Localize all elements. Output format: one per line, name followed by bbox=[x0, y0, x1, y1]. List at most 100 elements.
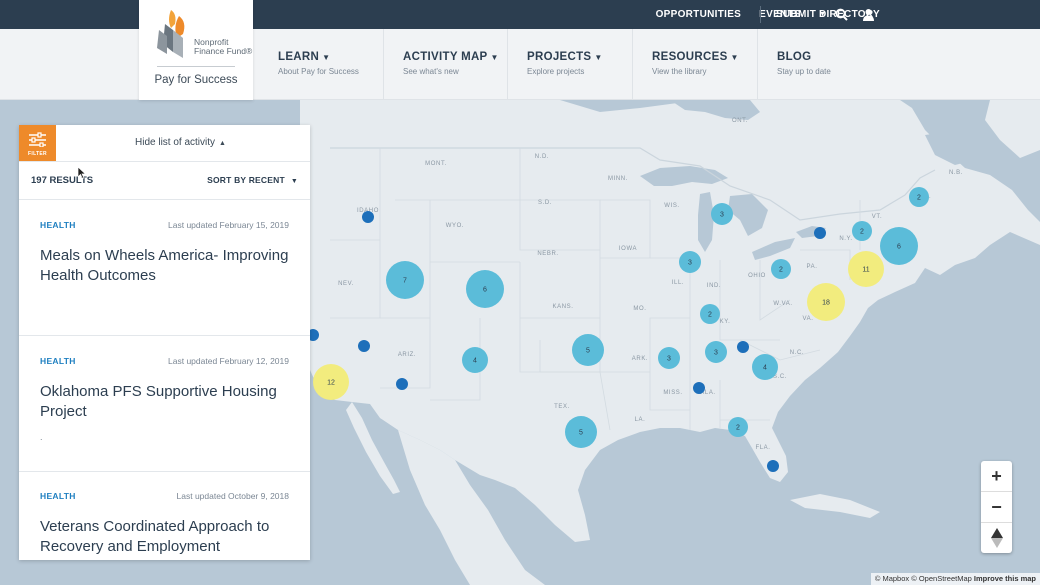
logo-org-line2: Finance Fund® bbox=[194, 46, 253, 56]
cluster-count: 3 bbox=[720, 212, 724, 219]
project-point[interactable] bbox=[737, 341, 749, 353]
sort-dropdown[interactable]: SORT BY RECENT ▼ bbox=[207, 175, 298, 185]
project-cluster[interactable]: 2 bbox=[700, 304, 720, 324]
chevron-down-icon: ▼ bbox=[594, 53, 603, 62]
chevron-down-icon: ▼ bbox=[322, 53, 331, 62]
nav-projects[interactable]: PROJECTS ▼ Explore projects bbox=[527, 29, 603, 100]
project-cluster[interactable]: 18 bbox=[807, 283, 845, 321]
cluster-count: 5 bbox=[586, 348, 590, 355]
nav-learn[interactable]: LEARN ▼ About Pay for Success bbox=[278, 29, 359, 100]
project-cluster[interactable]: 3 bbox=[679, 251, 701, 273]
project-point[interactable] bbox=[693, 382, 705, 394]
card-updated: Last updated February 15, 2019 bbox=[168, 220, 289, 230]
nav-divider bbox=[757, 29, 758, 100]
project-cluster[interactable]: 4 bbox=[752, 354, 778, 380]
nav-divider bbox=[507, 29, 508, 100]
region-label: LA. bbox=[635, 417, 646, 423]
cluster-count: 12 bbox=[327, 380, 335, 387]
nav-activity-map[interactable]: ACTIVITY MAP ▼ See what's new bbox=[403, 29, 499, 100]
map-attribution: © Mapbox © OpenStreetMap Improve this ma… bbox=[870, 573, 1040, 585]
map-zoom-controls: + − bbox=[981, 461, 1012, 553]
project-cluster[interactable]: 11 bbox=[848, 251, 884, 287]
project-cluster[interactable]: 6 bbox=[880, 227, 918, 265]
project-point[interactable] bbox=[362, 211, 374, 223]
region-label: ILL. bbox=[672, 280, 684, 286]
site-logo[interactable]: Nonprofit Finance Fund® Pay for Success bbox=[139, 0, 253, 100]
submit-menu[interactable]: SUBMIT ▼ bbox=[776, 0, 826, 29]
sliders-icon bbox=[29, 132, 46, 147]
project-cluster[interactable]: 5 bbox=[572, 334, 604, 366]
region-label: WYO. bbox=[446, 223, 464, 229]
nav-blog[interactable]: BLOG Stay up to date bbox=[777, 29, 831, 100]
region-label: TEX. bbox=[554, 404, 570, 410]
logo-leaf-icon bbox=[157, 10, 185, 58]
improve-map-link[interactable]: Improve this map bbox=[974, 574, 1036, 583]
project-cluster[interactable]: 2 bbox=[728, 417, 748, 437]
cluster-count: 4 bbox=[473, 358, 477, 365]
user-icon[interactable] bbox=[862, 8, 875, 21]
cluster-count: 2 bbox=[860, 229, 864, 236]
region-label: PA. bbox=[806, 264, 817, 270]
filter-button[interactable]: FILTER bbox=[19, 125, 56, 161]
project-cluster[interactable]: 2 bbox=[909, 187, 929, 207]
card-title[interactable]: Oklahoma PFS Supportive Housing Project bbox=[40, 382, 295, 422]
nav-learn-subtitle: About Pay for Success bbox=[278, 67, 359, 76]
project-cluster[interactable]: 6 bbox=[466, 270, 504, 308]
compass-button[interactable] bbox=[981, 523, 1012, 553]
cluster-count: 4 bbox=[763, 365, 767, 372]
region-label: MO. bbox=[633, 306, 646, 312]
project-cluster[interactable]: 5 bbox=[565, 416, 597, 448]
logo-tagline: Pay for Success bbox=[154, 74, 238, 86]
project-cluster[interactable]: 4 bbox=[462, 347, 488, 373]
nav-opportunities[interactable]: OPPORTUNITIES bbox=[656, 9, 742, 20]
region-label: FLA. bbox=[755, 445, 770, 451]
project-point[interactable] bbox=[814, 227, 826, 239]
activity-card[interactable]: HEALTH Last updated February 15, 2019 Me… bbox=[19, 200, 310, 336]
attribution-text: © Mapbox © OpenStreetMap bbox=[874, 574, 972, 583]
project-cluster[interactable]: 3 bbox=[711, 203, 733, 225]
nav-activity-map-subtitle: See what's new bbox=[403, 67, 459, 76]
cluster-count: 18 bbox=[822, 300, 830, 307]
chevron-down-icon: ▼ bbox=[490, 53, 499, 62]
nav-blog-subtitle: Stay up to date bbox=[777, 67, 831, 76]
nav-resources-title: RESOURCES bbox=[652, 51, 728, 63]
activity-card[interactable]: HEALTH Last updated February 12, 2019 Ok… bbox=[19, 336, 310, 472]
card-excerpt: . bbox=[40, 432, 43, 442]
region-label: N.Y. bbox=[839, 236, 852, 242]
card-category: HEALTH bbox=[40, 220, 76, 230]
card-title[interactable]: Veterans Coordinated Approach to Recover… bbox=[40, 517, 295, 557]
hide-list-toggle[interactable]: Hide list of activity ▲ bbox=[135, 137, 226, 148]
zoom-out-button[interactable]: − bbox=[981, 492, 1012, 522]
region-label: IOWA bbox=[619, 246, 637, 252]
cluster-count: 3 bbox=[714, 350, 718, 357]
project-point[interactable] bbox=[358, 340, 370, 352]
project-cluster[interactable]: 3 bbox=[705, 341, 727, 363]
search-icon[interactable] bbox=[835, 8, 848, 21]
activity-card[interactable]: HEALTH Last updated October 9, 2018 Vete… bbox=[19, 471, 310, 560]
region-label: N.B. bbox=[949, 170, 963, 176]
nav-divider bbox=[632, 29, 633, 100]
nav-resources-subtitle: View the library bbox=[652, 67, 707, 76]
region-label: NEBR. bbox=[537, 251, 558, 257]
project-point[interactable] bbox=[396, 378, 408, 390]
region-label: VT. bbox=[872, 214, 882, 220]
project-cluster[interactable]: 7 bbox=[386, 261, 424, 299]
project-cluster[interactable]: 2 bbox=[852, 221, 872, 241]
card-title[interactable]: Meals on Wheels America- Improving Healt… bbox=[40, 246, 295, 286]
region-label: ARK. bbox=[632, 356, 648, 362]
project-cluster[interactable]: 2 bbox=[771, 259, 791, 279]
panel-divider bbox=[19, 161, 310, 162]
nav-resources[interactable]: RESOURCES ▼ View the library bbox=[652, 29, 739, 100]
region-label: MONT. bbox=[425, 161, 447, 167]
project-cluster[interactable]: 12 bbox=[313, 364, 349, 400]
nav-projects-title: PROJECTS bbox=[527, 51, 592, 63]
zoom-in-button[interactable]: + bbox=[981, 461, 1012, 491]
project-cluster[interactable]: 3 bbox=[658, 347, 680, 369]
compass-icon bbox=[990, 528, 1003, 548]
region-label: IND. bbox=[707, 283, 721, 289]
filter-label: FILTER bbox=[28, 151, 47, 157]
project-point[interactable] bbox=[767, 460, 779, 472]
region-label: S.D. bbox=[538, 200, 552, 206]
nav-blog-title: BLOG bbox=[777, 51, 812, 63]
nav-learn-title: LEARN bbox=[278, 51, 320, 63]
